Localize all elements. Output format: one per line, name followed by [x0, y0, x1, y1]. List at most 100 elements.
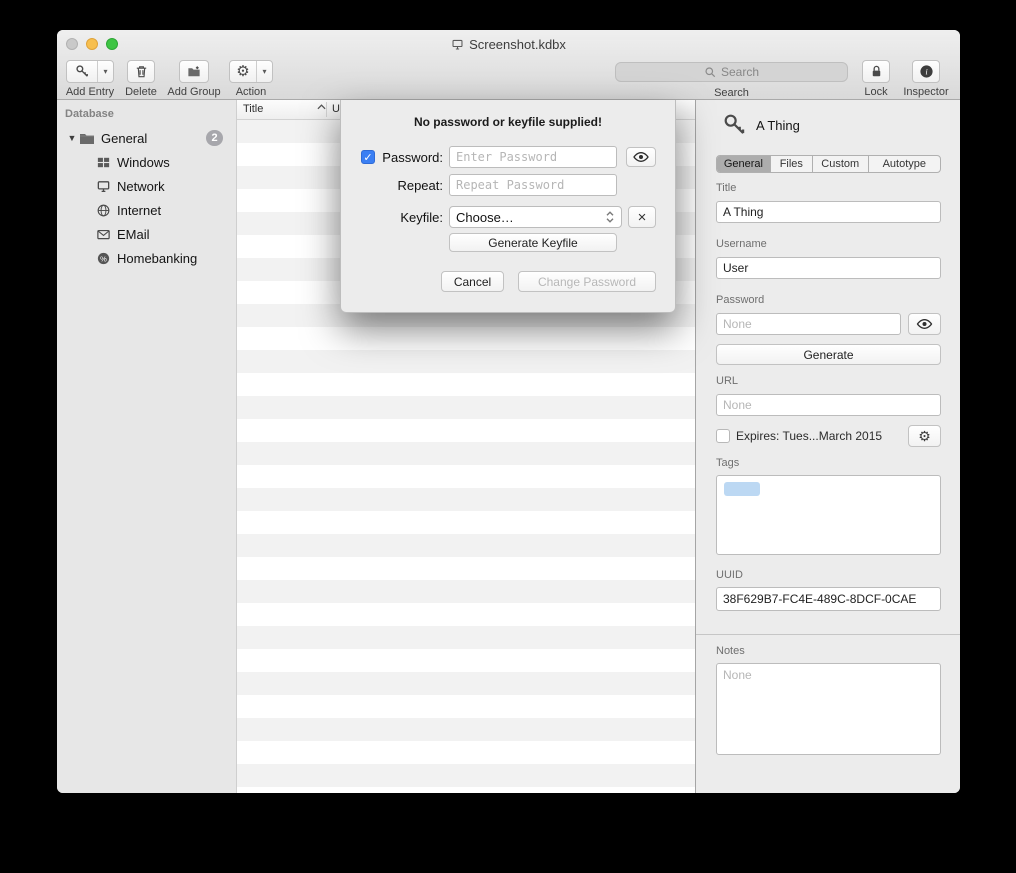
tab-files[interactable]: Files [771, 156, 813, 172]
eye-icon [916, 318, 933, 330]
column-header-username[interactable]: U [332, 103, 340, 115]
notes-label: Notes [716, 645, 745, 657]
group-count-badge: 2 [206, 130, 223, 146]
trash-icon [134, 64, 149, 79]
tag-pill[interactable] [724, 482, 760, 496]
disclosure-triangle-icon[interactable]: ▼ [65, 133, 79, 143]
add-entry-button[interactable]: ▾ [66, 60, 114, 83]
generate-keyfile-button[interactable]: Generate Keyfile [449, 233, 617, 252]
title-field[interactable] [716, 201, 941, 223]
sidebar-item-network[interactable]: Network [57, 174, 236, 198]
inspector-tabs: General Files Custom Autotype [716, 155, 941, 173]
change-password-sheet: No password or keyfile supplied! ✓ Passw… [340, 100, 676, 313]
sheet-message: No password or keyfile supplied! [341, 115, 675, 129]
reveal-password-button[interactable] [908, 313, 941, 335]
info-icon: i [919, 64, 934, 79]
username-field[interactable] [716, 257, 941, 279]
inspector-label: Inspector [903, 86, 948, 98]
sidebar-item-label: EMail [117, 227, 150, 242]
key-icon [722, 112, 748, 138]
search-icon [704, 66, 717, 79]
sidebar-item-email[interactable]: EMail [57, 222, 236, 246]
chevron-down-icon[interactable]: ▾ [257, 61, 272, 82]
sidebar-item-label: Homebanking [117, 251, 197, 266]
sidebar-item-homebanking[interactable]: % Homebanking [57, 246, 236, 270]
sidebar: Database ▼ General 2 Windows Network [57, 100, 237, 793]
windows-icon [95, 154, 111, 170]
uuid-field[interactable] [716, 587, 941, 611]
group-label: General [101, 131, 147, 146]
add-group-button[interactable] [179, 60, 209, 83]
uuid-label: UUID [716, 569, 743, 581]
column-header-title[interactable]: Title [243, 103, 263, 115]
action-button[interactable]: ⚙ ▾ [229, 60, 273, 83]
sort-ascending-icon [317, 104, 326, 110]
app-window: Screenshot.kdbx ▾ Add Entry Delete [57, 30, 960, 793]
repeat-label: Repeat: [377, 178, 443, 193]
sidebar-item-windows[interactable]: Windows [57, 150, 236, 174]
tags-box[interactable] [716, 475, 941, 555]
lock-icon [869, 64, 884, 79]
toolbar-action: ⚙ ▾ Action [225, 60, 277, 98]
entry-title: A Thing [756, 118, 800, 133]
keyfile-popup[interactable]: Choose… [449, 206, 622, 228]
password-field-label: Password [716, 294, 764, 306]
window-title-text: Screenshot.kdbx [469, 37, 566, 52]
inspector-panel: A Thing General Files Custom Autotype Ti… [695, 100, 960, 793]
expires-label: Expires: Tues...March 2015 [736, 429, 882, 443]
sidebar-item-internet[interactable]: Internet [57, 198, 236, 222]
sidebar-item-label: Internet [117, 203, 161, 218]
tab-general[interactable]: General [717, 156, 771, 172]
search-input[interactable]: Search [615, 62, 848, 82]
key-plus-icon [67, 61, 98, 82]
globe-icon [95, 202, 111, 218]
document-icon [451, 38, 464, 51]
toolbar-add-entry: ▾ Add Entry [63, 60, 117, 98]
repeat-password-input[interactable] [449, 174, 617, 196]
lock-label: Lock [864, 86, 887, 98]
reveal-password-button[interactable] [626, 147, 656, 167]
change-password-button[interactable]: Change Password [518, 271, 656, 292]
envelope-icon [95, 226, 111, 242]
eye-icon [633, 151, 649, 163]
sidebar-items: Windows Network Internet EMail [57, 150, 236, 270]
close-x-icon: × [638, 209, 647, 226]
generate-button[interactable]: Generate [716, 344, 941, 365]
url-field[interactable] [716, 394, 941, 416]
inspector-button[interactable]: i [912, 60, 940, 83]
delete-label: Delete [125, 86, 157, 98]
expires-settings-button[interactable]: ⚙ [908, 425, 941, 447]
gear-icon: ⚙ [918, 429, 931, 443]
window-chrome[interactable]: Screenshot.kdbx ▾ Add Entry Delete [57, 30, 960, 100]
password-label: Password: [377, 150, 443, 165]
inspector-divider [696, 634, 960, 635]
coin-icon: % [95, 250, 111, 266]
action-label: Action [236, 86, 267, 98]
folder-icon [79, 131, 95, 145]
keyfile-selected-value: Choose… [456, 210, 514, 225]
search-label: Search [615, 87, 848, 99]
lock-button[interactable] [862, 60, 890, 83]
sidebar-item-label: Windows [117, 155, 170, 170]
sidebar-header: Database [65, 108, 114, 120]
notes-field[interactable] [716, 663, 941, 755]
password-input[interactable] [449, 146, 617, 168]
chevron-down-icon[interactable]: ▾ [98, 61, 113, 82]
column-divider[interactable] [326, 102, 327, 117]
monitor-icon [95, 178, 111, 194]
tab-custom[interactable]: Custom [813, 156, 869, 172]
toolbar-add-group: Add Group [161, 60, 227, 98]
clear-keyfile-button[interactable]: × [628, 206, 656, 228]
sidebar-item-label: Network [117, 179, 165, 194]
window-title: Screenshot.kdbx [57, 35, 960, 53]
password-checkbox[interactable]: ✓ [361, 150, 375, 164]
tab-autotype[interactable]: Autotype [869, 156, 940, 172]
add-entry-label: Add Entry [66, 86, 114, 98]
toolbar-inspector: i Inspector [898, 60, 954, 98]
password-field[interactable] [716, 313, 901, 335]
sidebar-group-general[interactable]: ▼ General 2 [57, 126, 236, 150]
expires-checkbox[interactable]: ✓ [716, 429, 730, 443]
delete-button[interactable] [127, 60, 155, 83]
cancel-button[interactable]: Cancel [441, 271, 504, 292]
toolbar-lock: Lock [848, 60, 904, 98]
